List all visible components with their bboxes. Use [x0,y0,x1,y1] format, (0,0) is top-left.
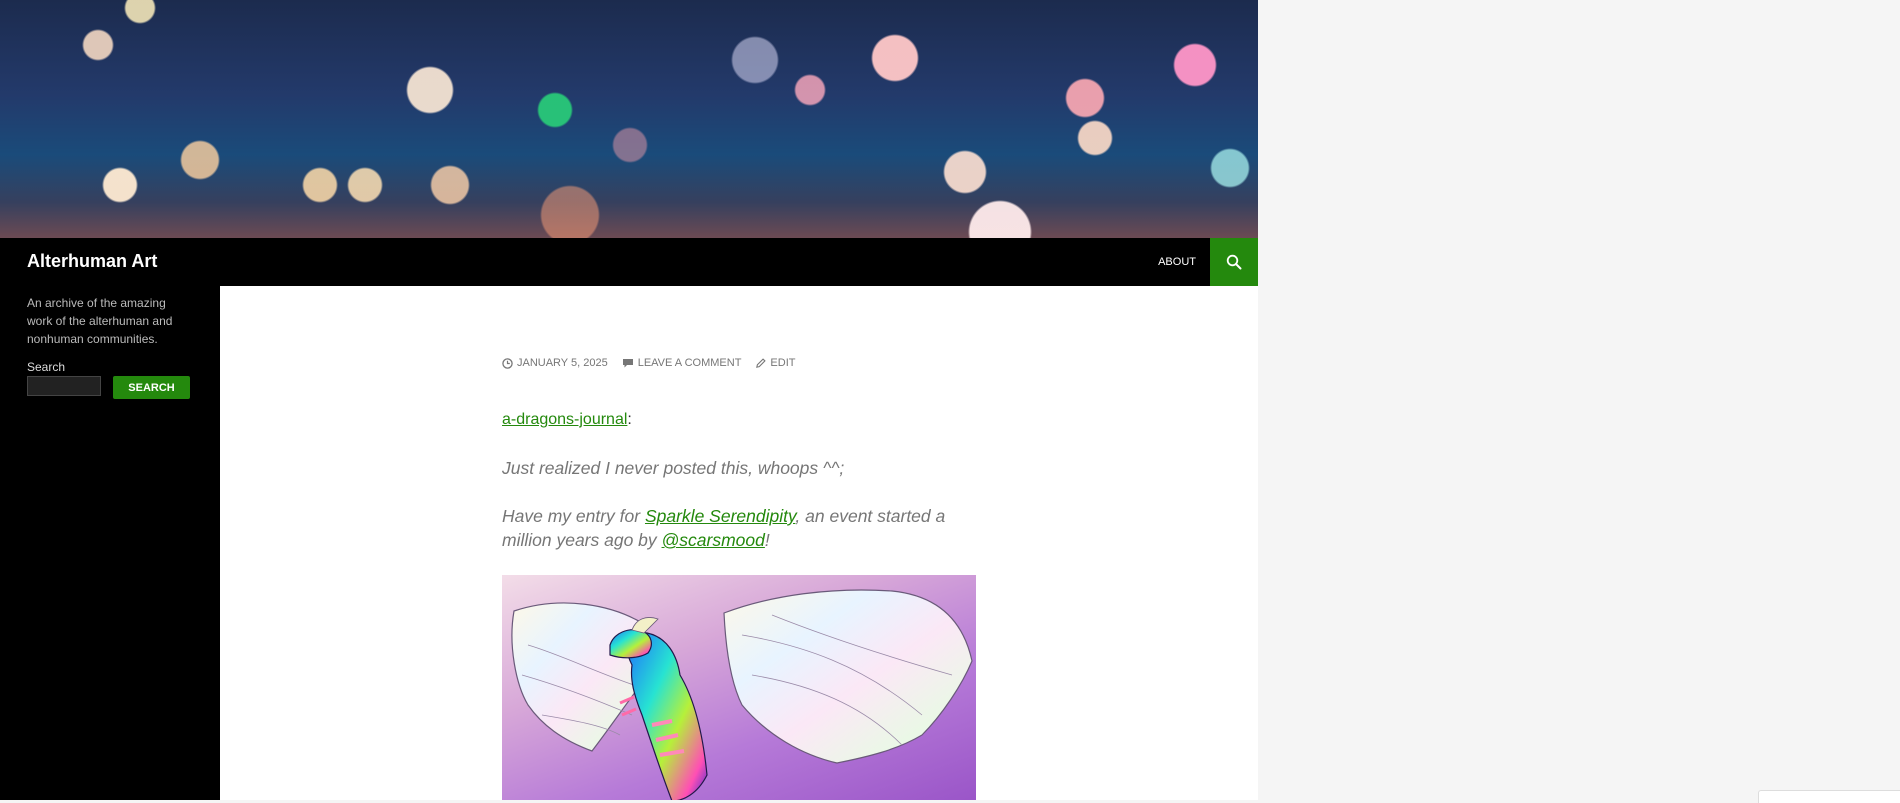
post-date: January 5, 2025 [517,357,608,369]
quote-text-end: ! [764,530,770,550]
leave-comment-label: Leave a comment [637,357,742,369]
header-image[interactable] [0,0,1258,238]
search-input[interactable] [27,376,101,396]
sidebar: An archive of the amazing work of the al… [0,286,220,800]
edit-label: Edit [770,357,796,369]
search-toggle-button[interactable] [1210,238,1258,286]
quote-paragraph-2: Have my entry for Sparkle Serendipity, a… [502,504,976,552]
clock-icon [502,357,513,369]
search-icon [1226,254,1242,270]
quote-text-before: Have my entry for [502,506,645,526]
quote-paragraph-1: Just realized I never posted this, whoop… [502,458,845,478]
leave-comment-link[interactable]: Leave a comment [622,357,742,369]
site-description: An archive of the amazing work of the al… [27,296,173,346]
entry-meta: January 5, 2025 Leave a comment Edit [502,357,795,369]
dragon-artwork-image[interactable] [502,575,976,800]
site-title[interactable]: Alterhuman Art [27,250,157,272]
source-blog-link[interactable]: a-dragons-journal [502,411,627,428]
corner-widget[interactable] [1758,790,1900,803]
comment-icon [622,358,633,367]
post-date-link[interactable]: January 5, 2025 [502,357,608,369]
edit-post-link[interactable]: Edit [755,357,795,369]
search-label: Search [27,360,66,374]
user-handle-link[interactable]: @scarsmood [662,530,765,550]
source-line: a-dragons-journal: [502,408,632,432]
pencil-icon [756,357,767,368]
search-button[interactable]: Search [113,376,190,399]
page: Alterhuman Art About An archive of the a… [0,0,1258,800]
source-colon: : [627,411,632,428]
nav-about-link[interactable]: About [1158,254,1196,270]
dragon-illustration [511,589,973,800]
event-link[interactable]: Sparkle Serendipity [645,506,795,526]
masthead: Alterhuman Art About [0,238,1258,286]
